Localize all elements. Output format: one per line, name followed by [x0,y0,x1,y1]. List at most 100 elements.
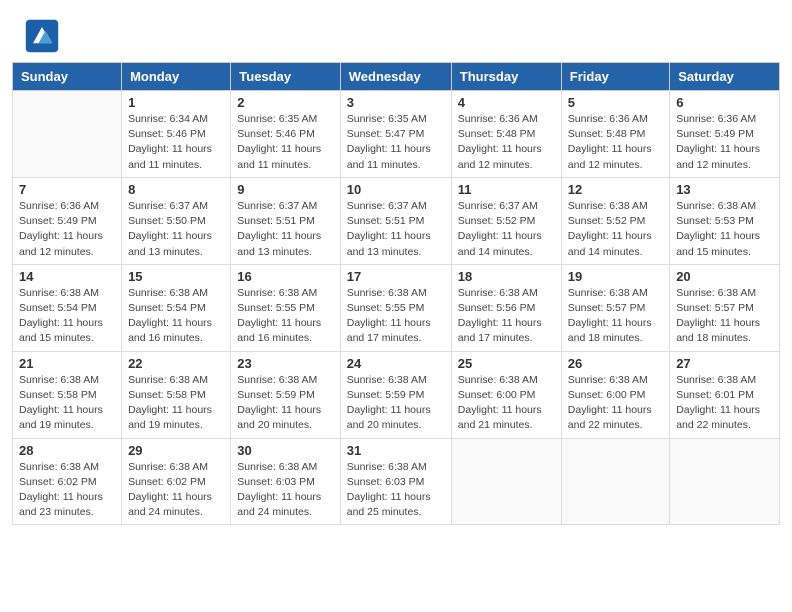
day-number: 22 [128,356,224,371]
day-number: 29 [128,443,224,458]
day-number: 31 [347,443,445,458]
calendar-cell: 5Sunrise: 6:36 AMSunset: 5:48 PMDaylight… [561,91,669,178]
logo-icon [24,18,60,54]
day-number: 13 [676,182,773,197]
day-info: Sunrise: 6:38 AMSunset: 5:59 PMDaylight:… [237,373,333,434]
calendar-cell: 24 Sunrise: 6:38 AMSunset: 5:59 PMDayligh… [340,351,451,438]
day-info: Sunrise: 6:38 AMSunset: 5:53 PMDaylight:… [676,199,773,260]
day-info: Sunrise: 6:38 AMSunset: 5:56 PMDaylight:… [458,286,555,347]
calendar-week-row: 1 Sunrise: 6:34 AMSunset: 5:46 PMDaylight… [13,91,780,178]
day-info: Sunrise: 6:38 AMSunset: 5:59 PMDaylight:… [347,373,445,434]
day-info: Sunrise: 6:38 AMSunset: 5:54 PMDaylight:… [128,286,224,347]
weekday-header: Friday [561,63,669,91]
day-number: 25 [458,356,555,371]
calendar-cell: 9Sunrise: 6:37 AMSunset: 5:51 PMDaylight… [231,177,340,264]
day-info: Sunrise: 6:38 AMSunset: 5:57 PMDaylight:… [568,286,663,347]
calendar-cell [670,438,780,525]
day-info: Sunrise: 6:36 AMSunset: 5:48 PMDaylight:… [458,112,555,173]
weekday-header: Sunday [13,63,122,91]
calendar-cell: 26 Sunrise: 6:38 AMSunset: 6:00 PMDayligh… [561,351,669,438]
weekday-header: Tuesday [231,63,340,91]
day-number: 16 [237,269,333,284]
day-number: 6 [676,95,773,110]
day-number: 28 [19,443,115,458]
weekday-header-row: SundayMondayTuesdayWednesdayThursdayFrid… [13,63,780,91]
day-info: Sunrise: 6:38 AMSunset: 6:03 PMDaylight:… [237,460,333,521]
day-number: 24 [347,356,445,371]
day-number: 10 [347,182,445,197]
day-info: Sunrise: 6:37 AMSunset: 5:51 PMDaylight:… [237,199,333,260]
logo [24,18,64,54]
day-number: 5 [568,95,663,110]
day-info: Sunrise: 6:38 AMSunset: 6:01 PMDaylight:… [676,373,773,434]
calendar-cell: 10 Sunrise: 6:37 AMSunset: 5:51 PMDayligh… [340,177,451,264]
day-number: 18 [458,269,555,284]
day-number: 2 [237,95,333,110]
day-number: 7 [19,182,115,197]
calendar-cell: 18 Sunrise: 6:38 AMSunset: 5:56 PMDayligh… [451,264,561,351]
day-info: Sunrise: 6:38 AMSunset: 5:58 PMDaylight:… [128,373,224,434]
day-info: Sunrise: 6:37 AMSunset: 5:51 PMDaylight:… [347,199,445,260]
day-number: 14 [19,269,115,284]
day-number: 23 [237,356,333,371]
calendar-cell [451,438,561,525]
day-number: 4 [458,95,555,110]
day-info: Sunrise: 6:37 AMSunset: 5:50 PMDaylight:… [128,199,224,260]
day-info: Sunrise: 6:37 AMSunset: 5:52 PMDaylight:… [458,199,555,260]
calendar-cell: 8Sunrise: 6:37 AMSunset: 5:50 PMDaylight… [122,177,231,264]
calendar-cell: 11 Sunrise: 6:37 AMSunset: 5:52 PMDayligh… [451,177,561,264]
day-number: 30 [237,443,333,458]
calendar-cell: 14 Sunrise: 6:38 AMSunset: 5:54 PMDayligh… [13,264,122,351]
day-info: Sunrise: 6:38 AMSunset: 6:02 PMDaylight:… [128,460,224,521]
day-number: 26 [568,356,663,371]
day-info: Sunrise: 6:38 AMSunset: 5:54 PMDaylight:… [19,286,115,347]
calendar-cell: 22 Sunrise: 6:38 AMSunset: 5:58 PMDayligh… [122,351,231,438]
calendar-cell: 28 Sunrise: 6:38 AMSunset: 6:02 PMDayligh… [13,438,122,525]
calendar-cell: 7Sunrise: 6:36 AMSunset: 5:49 PMDaylight… [13,177,122,264]
calendar-cell: 30 Sunrise: 6:38 AMSunset: 6:03 PMDayligh… [231,438,340,525]
day-info: Sunrise: 6:36 AMSunset: 5:49 PMDaylight:… [676,112,773,173]
day-number: 12 [568,182,663,197]
calendar-cell: 4 Sunrise: 6:36 AMSunset: 5:48 PMDaylight… [451,91,561,178]
weekday-header: Thursday [451,63,561,91]
calendar-cell: 15 Sunrise: 6:38 AMSunset: 5:54 PMDayligh… [122,264,231,351]
day-info: Sunrise: 6:38 AMSunset: 5:57 PMDaylight:… [676,286,773,347]
calendar-cell: 12 Sunrise: 6:38 AMSunset: 5:52 PMDayligh… [561,177,669,264]
day-number: 11 [458,182,555,197]
calendar-cell: 2 Sunrise: 6:35 AMSunset: 5:46 PMDaylight… [231,91,340,178]
day-info: Sunrise: 6:38 AMSunset: 5:55 PMDaylight:… [237,286,333,347]
day-info: Sunrise: 6:35 AMSunset: 5:46 PMDaylight:… [237,112,333,173]
day-info: Sunrise: 6:38 AMSunset: 6:02 PMDaylight:… [19,460,115,521]
day-info: Sunrise: 6:38 AMSunset: 6:03 PMDaylight:… [347,460,445,521]
day-info: Sunrise: 6:38 AMSunset: 5:52 PMDaylight:… [568,199,663,260]
calendar-cell: 3Sunrise: 6:35 AMSunset: 5:47 PMDaylight… [340,91,451,178]
day-info: Sunrise: 6:38 AMSunset: 5:58 PMDaylight:… [19,373,115,434]
calendar-cell: 6 Sunrise: 6:36 AMSunset: 5:49 PMDaylight… [670,91,780,178]
day-info: Sunrise: 6:34 AMSunset: 5:46 PMDaylight:… [128,112,224,173]
day-number: 21 [19,356,115,371]
page-header [0,0,792,62]
day-info: Sunrise: 6:38 AMSunset: 6:00 PMDaylight:… [458,373,555,434]
weekday-header: Wednesday [340,63,451,91]
calendar-week-row: 14 Sunrise: 6:38 AMSunset: 5:54 PMDayligh… [13,264,780,351]
day-info: Sunrise: 6:38 AMSunset: 5:55 PMDaylight:… [347,286,445,347]
calendar-cell: 23 Sunrise: 6:38 AMSunset: 5:59 PMDayligh… [231,351,340,438]
day-number: 19 [568,269,663,284]
day-number: 17 [347,269,445,284]
day-info: Sunrise: 6:38 AMSunset: 6:00 PMDaylight:… [568,373,663,434]
day-info: Sunrise: 6:35 AMSunset: 5:47 PMDaylight:… [347,112,445,173]
calendar-cell: 21 Sunrise: 6:38 AMSunset: 5:58 PMDayligh… [13,351,122,438]
calendar-cell: 19 Sunrise: 6:38 AMSunset: 5:57 PMDayligh… [561,264,669,351]
calendar-week-row: 21 Sunrise: 6:38 AMSunset: 5:58 PMDayligh… [13,351,780,438]
day-number: 20 [676,269,773,284]
day-number: 1 [128,95,224,110]
weekday-header: Monday [122,63,231,91]
calendar-cell: 27 Sunrise: 6:38 AMSunset: 6:01 PMDayligh… [670,351,780,438]
calendar-cell: 17 Sunrise: 6:38 AMSunset: 5:55 PMDayligh… [340,264,451,351]
weekday-header: Saturday [670,63,780,91]
calendar-cell: 20 Sunrise: 6:38 AMSunset: 5:57 PMDayligh… [670,264,780,351]
day-number: 15 [128,269,224,284]
calendar-cell [561,438,669,525]
day-number: 27 [676,356,773,371]
calendar-cell: 29 Sunrise: 6:38 AMSunset: 6:02 PMDayligh… [122,438,231,525]
